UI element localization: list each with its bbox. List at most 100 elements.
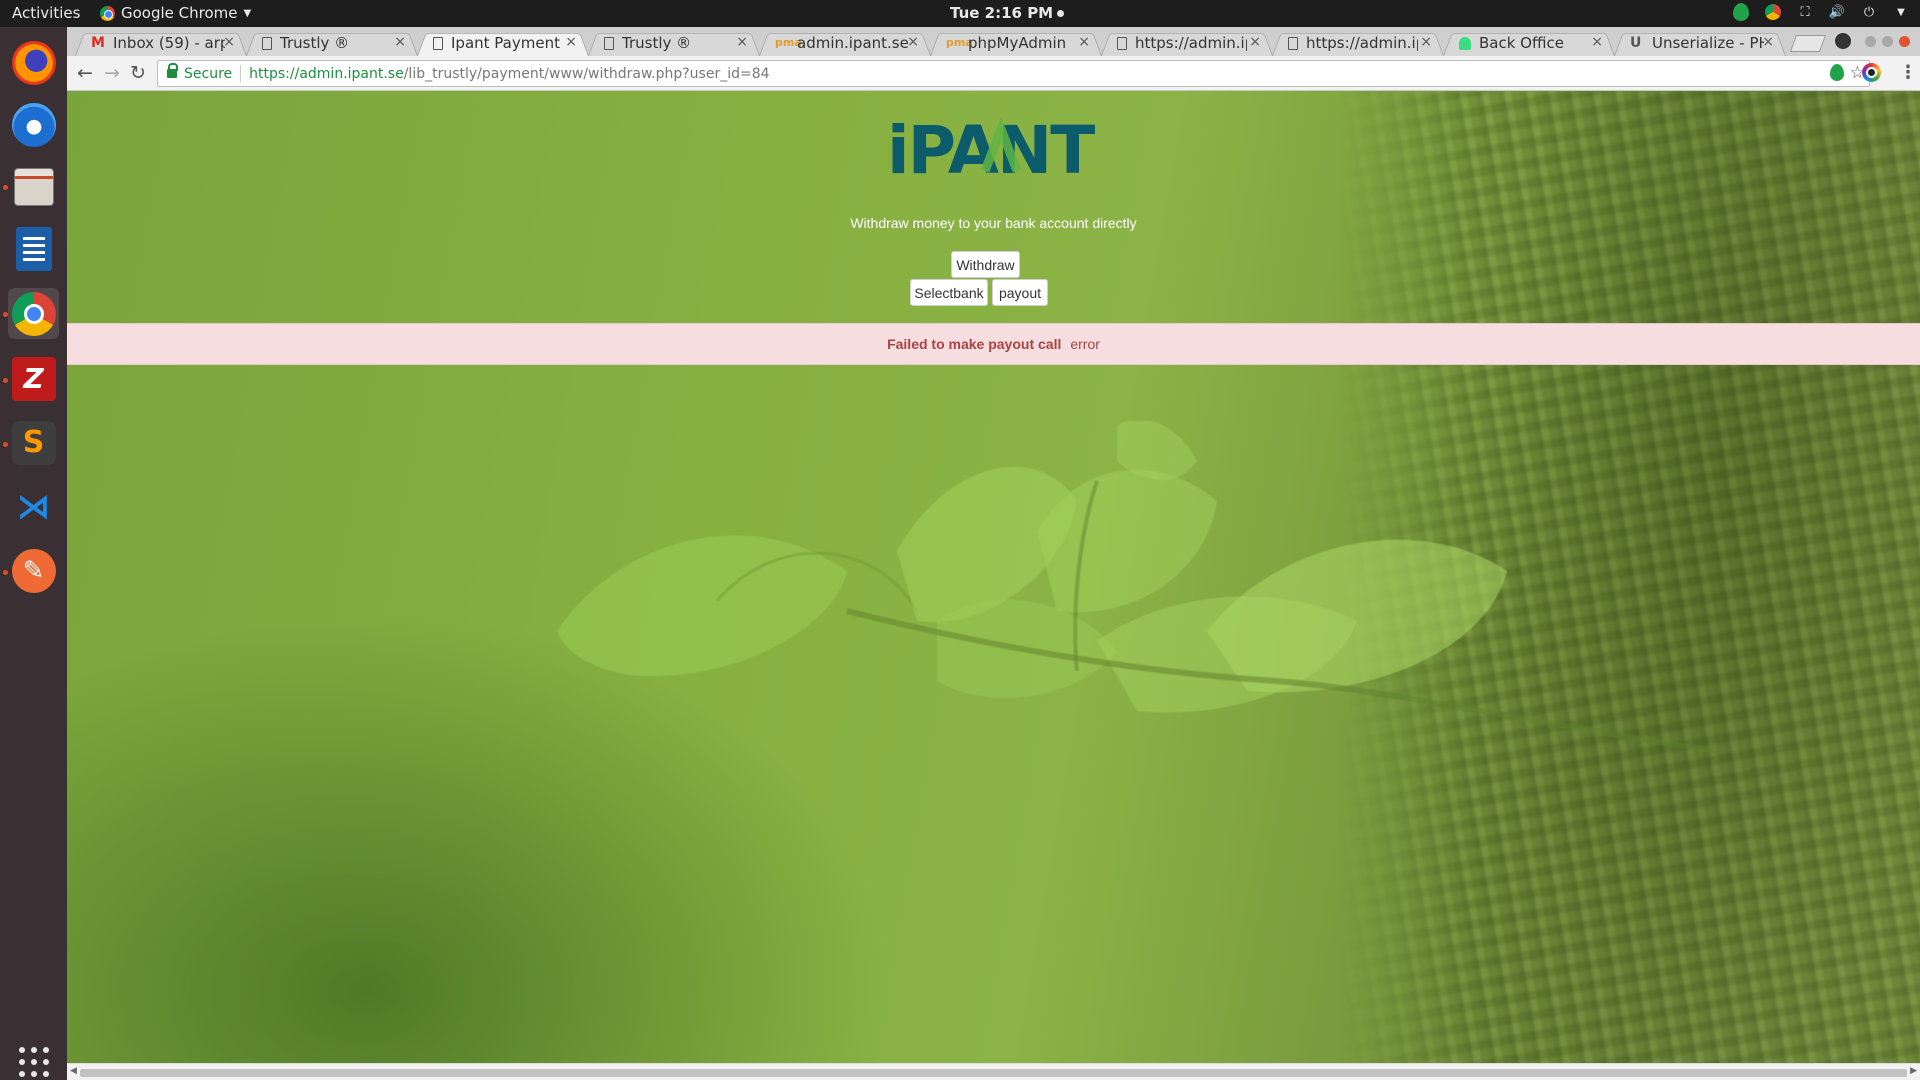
tab-close-icon[interactable]: ×: [1249, 34, 1261, 50]
browser-tab[interactable]: Ipant Payment ×: [417, 30, 589, 56]
system-top-bar: Activities Google Chrome ▼ Tue 2:16 PM ⛶…: [0, 0, 1920, 27]
extension-green-icon[interactable]: [1830, 64, 1844, 81]
power-icon[interactable]: ⏻: [1860, 3, 1878, 21]
files-icon: [13, 167, 54, 206]
url-path: /lib_trustly/payment/www/withdraw.php?us…: [403, 65, 770, 82]
new-tab-button[interactable]: [1789, 35, 1827, 52]
dock-files[interactable]: [8, 161, 59, 212]
clock-label: Tue 2:16 PM: [950, 4, 1054, 22]
document-icon: [262, 36, 272, 50]
tab-close-icon[interactable]: ×: [223, 34, 235, 50]
extension-colorful-icon[interactable]: [1862, 63, 1881, 82]
activities-button[interactable]: Activities: [12, 4, 80, 22]
show-applications-icon[interactable]: [19, 1047, 49, 1077]
system-menu-caret-icon[interactable]: ▼: [1892, 3, 1910, 21]
vscode-icon: ⋊: [16, 486, 51, 527]
tab-title: Trustly ®: [622, 34, 692, 52]
dock-firefox[interactable]: [8, 37, 59, 88]
scroll-right-icon[interactable]: ▶: [1910, 1066, 1917, 1076]
close-window-button[interactable]: [1899, 35, 1910, 47]
tab-close-icon[interactable]: ×: [1420, 34, 1432, 50]
browser-tab[interactable]: Trustly ® ×: [588, 30, 760, 56]
caret-down-icon: ▼: [243, 7, 252, 19]
url-host: https://admin.ipant.se: [249, 65, 404, 82]
dock-postman[interactable]: ✎: [8, 545, 59, 596]
horizontal-scrollbar[interactable]: ◀ ▶: [67, 1063, 1920, 1080]
tab-title: https://admin.ipant.se: [1135, 34, 1247, 52]
tab-close-icon[interactable]: ×: [1078, 34, 1090, 50]
firefox-icon: [11, 40, 56, 85]
alert-detail: error: [1070, 336, 1100, 352]
browser-tab[interactable]: U Unserialize - PHP×: [1614, 30, 1786, 56]
browser-tab[interactable]: https://admin.ipant.se×: [1101, 30, 1273, 56]
profile-icon[interactable]: [1835, 33, 1851, 49]
alert-title: Failed to make payout call: [887, 336, 1062, 352]
dock-vscode[interactable]: ⋊: [8, 481, 59, 532]
unserialize-icon: U: [1630, 35, 1642, 51]
writer-icon: [15, 226, 52, 271]
browser-tab[interactable]: Back Office ×: [1443, 30, 1615, 56]
withdraw-button[interactable]: Withdraw: [951, 251, 1020, 278]
app-menu-label: Google Chrome: [121, 4, 238, 22]
tab-close-icon[interactable]: ×: [1591, 34, 1603, 50]
phpmyadmin-icon: pma: [946, 36, 973, 49]
clock[interactable]: Tue 2:16 PM: [950, 4, 1065, 22]
dock-chrome[interactable]: [8, 288, 59, 339]
lock-icon: [167, 63, 178, 78]
minimize-button[interactable]: [1865, 35, 1876, 47]
selectbank-button[interactable]: Selectbank: [910, 279, 988, 306]
browser-tab[interactable]: M Inbox (59) - arpit×: [75, 30, 247, 56]
dock-thunderbird[interactable]: [8, 99, 59, 150]
browser-toolbar: ← → ↻ Secure https://admin.ipant.se/lib_…: [67, 56, 1920, 91]
tab-title: Inbox (59) - arpit: [113, 34, 225, 52]
document-icon: [1288, 36, 1298, 50]
page-tagline: Withdraw money to your bank account dire…: [850, 215, 1137, 231]
scroll-left-icon[interactable]: ◀: [70, 1066, 77, 1076]
payout-button[interactable]: payout: [992, 279, 1048, 306]
page-viewport: iPANT Withdraw money to your bank accoun…: [67, 91, 1920, 1080]
forward-arrow-icon[interactable]: →: [101, 62, 123, 84]
filezilla-icon: Z: [11, 356, 56, 401]
notification-dot-icon: [1057, 10, 1065, 17]
tab-title: admin.ipant.se /: [797, 34, 909, 52]
tray-chrome-icon[interactable]: [1764, 3, 1782, 21]
app-menu[interactable]: Google Chrome ▼: [100, 4, 251, 22]
document-icon: [433, 36, 443, 50]
reload-icon[interactable]: ↻: [127, 62, 149, 84]
tray-green-indicator-icon[interactable]: [1732, 3, 1750, 21]
tab-close-icon[interactable]: ×: [1762, 34, 1774, 50]
browser-tab[interactable]: pma admin.ipant.se / ×: [759, 30, 931, 56]
address-bar[interactable]: Secure https://admin.ipant.se/lib_trustl…: [157, 60, 1870, 87]
tab-close-icon[interactable]: ×: [394, 34, 406, 50]
chrome-menu-icon[interactable]: ⋮: [1899, 62, 1917, 83]
scrollbar-thumb[interactable]: [80, 1069, 1907, 1077]
browser-tab[interactable]: https://admin.ipant.se×: [1272, 30, 1444, 56]
secure-label: Secure: [184, 65, 233, 82]
error-alert: Failed to make payout call error: [67, 323, 1920, 365]
thunderbird-icon: [11, 102, 56, 147]
browser-tab[interactable]: pma phpMyAdmin ×: [930, 30, 1102, 56]
tab-close-icon[interactable]: ×: [565, 34, 577, 50]
tab-title: phpMyAdmin: [968, 34, 1067, 52]
volume-icon[interactable]: 🔊: [1828, 3, 1846, 21]
chrome-window: MInbox (59) - arpit×Trustly ®×Ipant Paym…: [67, 27, 1920, 1080]
tab-close-icon[interactable]: ×: [736, 34, 748, 50]
network-icon[interactable]: ⛶: [1796, 3, 1814, 21]
plant-background-image: [557, 421, 1717, 754]
tab-close-icon[interactable]: ×: [907, 34, 919, 50]
postman-icon: ✎: [11, 548, 56, 593]
tab-title: Unserialize - PHP: [1652, 34, 1764, 52]
browser-tab[interactable]: Trustly ® ×: [246, 30, 418, 56]
back-arrow-icon[interactable]: ←: [74, 62, 96, 84]
dock-filezilla[interactable]: Z: [8, 353, 59, 404]
phpmyadmin-icon: pma: [775, 36, 802, 49]
chrome-icon: [100, 5, 115, 21]
dock-sublime[interactable]: S: [8, 417, 59, 468]
maximize-button[interactable]: [1882, 35, 1893, 47]
sublime-text-icon: S: [11, 420, 56, 465]
document-icon: [604, 36, 614, 50]
dock: Z S ⋊ ✎: [0, 27, 67, 1080]
tab-title: https://admin.ipant.se: [1306, 34, 1418, 52]
dock-writer[interactable]: [8, 223, 59, 274]
ipant-logo: iPANT: [887, 112, 1097, 179]
